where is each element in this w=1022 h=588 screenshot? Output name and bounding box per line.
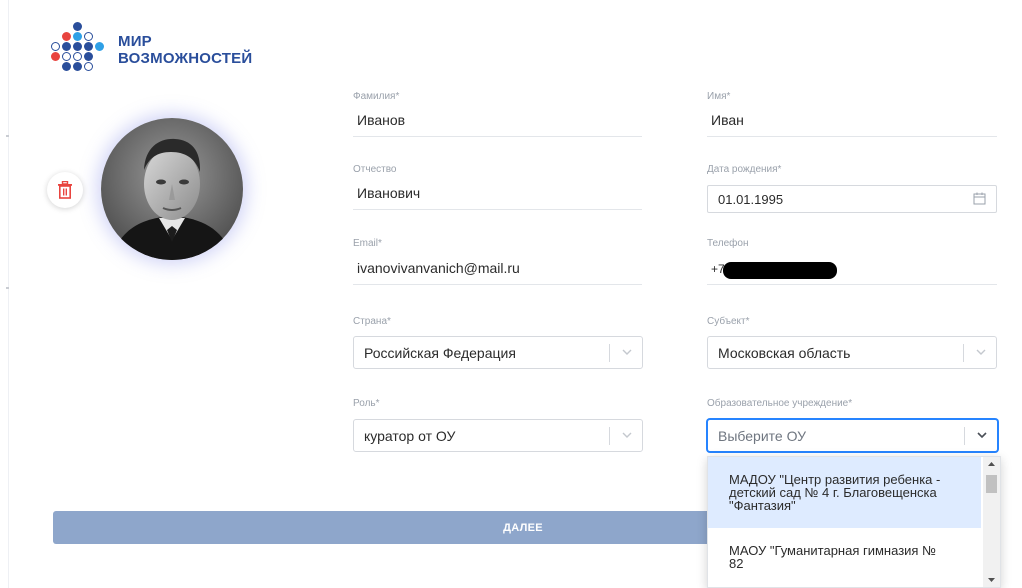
logo-line1: МИР [118,33,152,50]
first-name-label: Имя* [707,91,731,102]
logo-text: МИР ВОЗМОЖНОСТЕЙ [118,33,252,67]
dropdown-option[interactable]: МАОУ "Гуманитарная гимназия № 82 [708,528,981,587]
select-separator [963,344,964,362]
last-name-label: Фамилия* [353,91,400,102]
phone-redaction [723,262,837,279]
region-value: Московская область [718,345,851,361]
avatar-photo [101,118,243,260]
logo-dots-icon [51,22,116,82]
country-value: Российская Федерация [364,345,516,361]
birth-date-label: Дата рождения* [707,164,782,175]
select-separator [964,427,965,445]
dropdown-scrollbar[interactable] [983,457,1000,587]
scroll-down-icon[interactable] [983,573,1000,587]
phone-underline [707,284,997,285]
first-name-field[interactable]: Иван [711,112,744,128]
patronymic-field[interactable]: Иванович [357,185,420,201]
chevron-down-icon[interactable] [621,429,633,441]
trash-icon [58,181,72,199]
institution-dropdown-menu[interactable]: МАДОУ "Центр развития ребенка - детский … [707,456,1001,588]
patronymic-label: Отчество [353,164,397,175]
institution-select[interactable]: Выберите ОУ [707,419,998,452]
avatar[interactable] [101,118,243,260]
page-edge [8,0,9,588]
patronymic-underline [353,209,642,210]
role-value: куратор от ОУ [364,428,456,444]
select-separator [609,344,610,362]
country-label: Страна* [353,316,391,327]
calendar-icon[interactable] [973,192,986,205]
logo: МИР ВОЗМОЖНОСТЕЙ [51,22,300,82]
option-line: 82 [729,556,744,571]
institution-label: Образовательное учреждение* [707,398,853,409]
edge-tick [6,135,9,137]
region-select[interactable]: Московская область [707,336,997,369]
region-label: Субъект* [707,316,750,327]
institution-placeholder: Выберите ОУ [718,428,807,444]
chevron-down-icon[interactable] [621,346,633,358]
scrollbar-thumb[interactable] [986,475,997,493]
country-select[interactable]: Российская Федерация [353,336,643,369]
role-select[interactable]: куратор от ОУ [353,419,643,452]
birth-date-input[interactable]: 01.01.1995 [707,185,997,213]
select-separator [609,427,610,445]
email-underline [353,284,642,285]
email-label: Email* [353,238,382,249]
scroll-up-icon[interactable] [983,457,1000,471]
delete-photo-button[interactable] [47,172,83,208]
email-field[interactable]: ivanovivanvanich@mail.ru [357,260,520,276]
chevron-down-icon[interactable] [976,429,988,441]
logo-line2: ВОЗМОЖНОСТЕЙ [118,50,253,67]
last-name-underline [353,136,642,137]
last-name-field[interactable]: Иванов [357,112,405,128]
edge-tick [6,287,9,289]
birth-date-value: 01.01.1995 [718,192,784,207]
role-label: Роль* [353,398,380,409]
option-line: "Фантазия" [729,498,796,513]
option-line: МАОУ "Гуманитарная гимназия № [729,543,937,558]
first-name-underline [707,136,997,137]
phone-label: Телефон [707,238,749,249]
chevron-down-icon[interactable] [975,346,987,358]
dropdown-option[interactable]: МАДОУ "Центр развития ребенка - детский … [708,457,981,528]
